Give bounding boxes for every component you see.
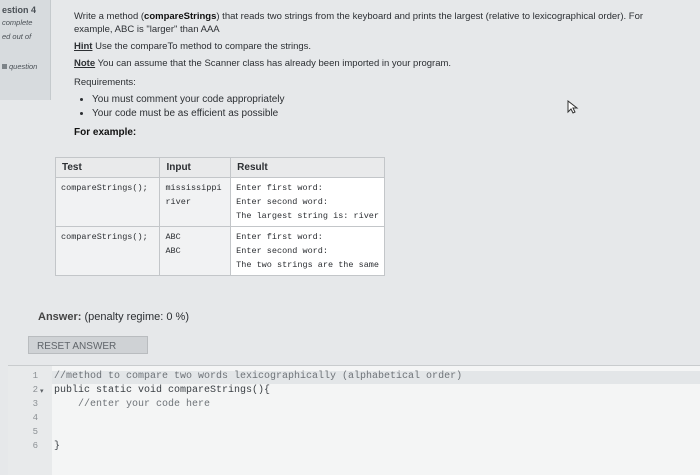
- mouse-pointer-icon: [567, 100, 579, 114]
- line-number-gutter: 1 2 ▾ 3 4 5 6: [8, 366, 52, 475]
- line-number: 1: [32, 371, 38, 381]
- reset-answer-button[interactable]: RESET ANSWER: [28, 336, 148, 354]
- line-number: 3: [32, 399, 38, 409]
- line-number: 2: [32, 385, 38, 395]
- method-name: compareStrings: [144, 11, 217, 22]
- question-text: Write a method (compareStrings) that rea…: [74, 10, 684, 139]
- code-line[interactable]: //method to compare two words lexicograp…: [54, 371, 462, 382]
- result-cell: Enter first word: Enter second word: The…: [230, 177, 385, 227]
- test-cell: compareStrings();: [54, 226, 161, 276]
- for-example-heading: For example:: [74, 127, 137, 138]
- column-header-input: Input: [159, 157, 232, 178]
- test-cell: compareStrings();: [54, 177, 161, 227]
- requirement-item: You must comment your code appropriately: [92, 93, 684, 106]
- answer-label: Answer: (penalty regime: 0 %): [38, 311, 190, 323]
- line-number: 4: [32, 413, 38, 423]
- flag-icon: [2, 64, 7, 69]
- code-line[interactable]: public static void compareStrings(){: [54, 385, 270, 396]
- question-line-2: example, ABC is "larger" than AAA: [74, 24, 220, 35]
- hint: Hint Use the compareTo method to compare…: [74, 41, 312, 52]
- column-header-test: Test: [54, 157, 161, 178]
- line-number: 6: [32, 441, 38, 451]
- question-info-panel: estion 4 complete ed out of question: [0, 0, 51, 100]
- examples-table: Test Input Result compareStrings(); miss…: [54, 157, 385, 276]
- flag-question-label: question: [9, 62, 38, 71]
- question-marks: ed out of: [2, 32, 32, 41]
- table-row: compareStrings(); mississippi river Ente…: [54, 177, 385, 227]
- code-editor[interactable]: 1 2 ▾ 3 4 5 6 //method to compare two wo…: [8, 365, 700, 475]
- table-header-row: Test Input Result: [54, 157, 385, 178]
- table-row: compareStrings(); ABC ABC Enter first wo…: [54, 226, 385, 276]
- result-cell: Enter first word: Enter second word: The…: [230, 226, 385, 276]
- fold-arrow-icon[interactable]: ▾: [40, 387, 44, 395]
- line-number: 5: [32, 427, 38, 437]
- code-line[interactable]: }: [54, 441, 60, 452]
- question-status: complete: [2, 18, 33, 27]
- column-header-result: Result: [230, 157, 385, 178]
- input-cell: mississippi river: [159, 177, 232, 227]
- requirement-item: Your code must be as efficient as possib…: [92, 107, 684, 120]
- flag-question-link[interactable]: question: [2, 62, 37, 71]
- requirements-list: You must comment your code appropriately…: [78, 93, 684, 120]
- input-cell: ABC ABC: [159, 226, 232, 276]
- requirements-heading: Requirements:: [74, 77, 136, 88]
- question-line-1: Write a method (compareStrings) that rea…: [74, 11, 644, 22]
- note: Note You can assume that the Scanner cla…: [74, 58, 452, 69]
- question-number: estion 4: [2, 5, 37, 15]
- code-line[interactable]: //enter your code here: [54, 399, 210, 410]
